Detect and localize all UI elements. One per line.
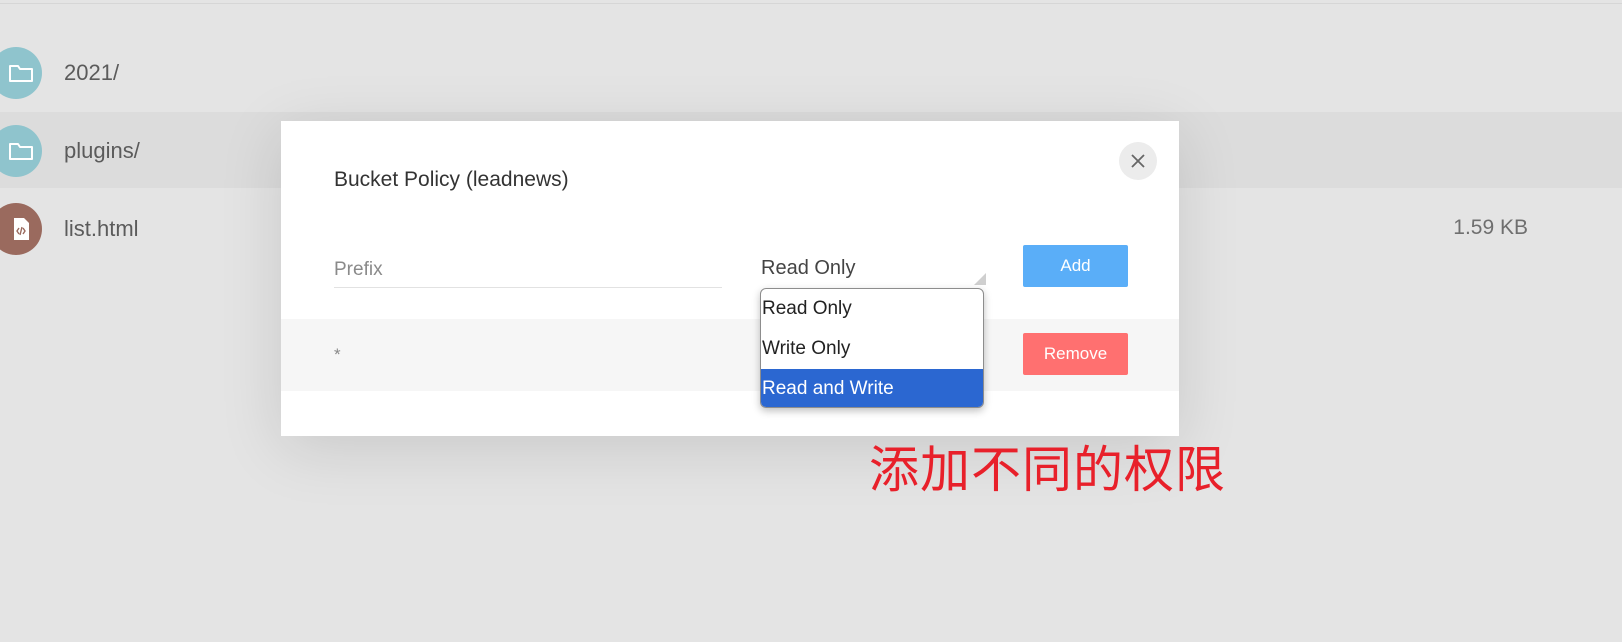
file-name[interactable]: list.html xyxy=(64,216,139,242)
policy-row: * Remove xyxy=(281,319,1179,391)
policy-select[interactable]: Read Only xyxy=(761,253,986,287)
folder-icon xyxy=(0,47,42,99)
folder-icon xyxy=(0,125,42,177)
dropdown-option-read-and-write[interactable]: Read and Write xyxy=(761,369,983,407)
html-file-icon xyxy=(0,203,42,255)
modal-title: Bucket Policy (leadnews) xyxy=(334,168,569,191)
file-row-2021[interactable]: 2021/ xyxy=(0,34,1622,110)
bucket-policy-modal: Bucket Policy (leadnews) Read Only Add *… xyxy=(281,121,1179,436)
file-size: 1.59 KB xyxy=(1453,216,1528,239)
dropdown-option-write-only[interactable]: Write Only xyxy=(761,329,983,369)
close-button[interactable] xyxy=(1119,142,1157,180)
add-button[interactable]: Add xyxy=(1023,245,1128,287)
header-divider xyxy=(0,3,1622,4)
policy-select-value: Read Only xyxy=(761,257,856,279)
file-browser-page: 2021/ plugins/ list.html 1.59 KB Bucket … xyxy=(0,0,1622,642)
annotation-text: 添加不同的权限 xyxy=(869,441,1226,499)
select-arrow-icon xyxy=(974,273,986,285)
file-name[interactable]: 2021/ xyxy=(64,60,119,86)
policy-prefix: * xyxy=(334,345,341,364)
policy-dropdown-list: Read Only Write Only Read and Write xyxy=(760,288,984,408)
dropdown-option-read-only[interactable]: Read Only xyxy=(761,289,983,329)
close-icon xyxy=(1131,154,1145,168)
remove-button[interactable]: Remove xyxy=(1023,333,1128,375)
file-name[interactable]: plugins/ xyxy=(64,138,140,164)
prefix-input[interactable] xyxy=(334,253,722,288)
